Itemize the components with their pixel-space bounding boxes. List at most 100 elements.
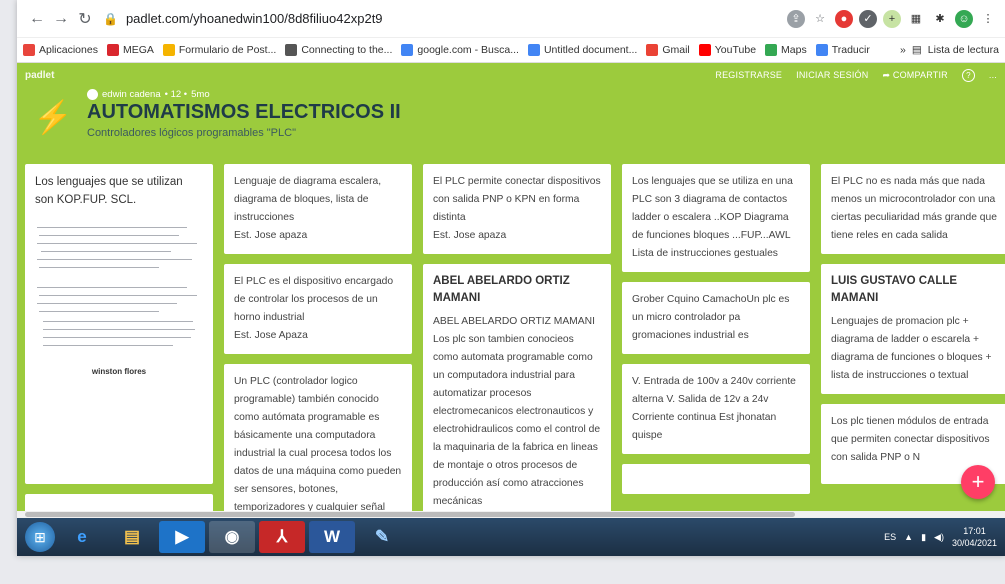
back-icon[interactable]: ← [25,7,49,31]
share-page-icon[interactable]: ⇪ [787,9,805,28]
bookmark-favicon-icon [698,44,711,56]
login-button[interactable]: INICIAR SESIÓN [796,70,868,80]
share-arrow-icon: ➦ [882,69,893,80]
post-card[interactable]: Los lenguajes que se utiliza en una PLC … [622,164,810,272]
word-icon[interactable]: W [309,521,355,553]
bookmark-item[interactable]: Untitled document... [527,44,637,56]
post-body: Los lenguajes que se utiliza en una PLC … [632,176,793,259]
bookmark-favicon-icon [815,44,828,56]
post-author: Est. Jose apaza [234,230,308,241]
padlet-brand[interactable]: padlet [25,70,54,81]
bookmark-item[interactable]: MEGA [106,44,154,56]
forward-icon[interactable]: → [49,7,73,31]
post-body: El PLC no es nada más que nada menos un … [831,176,997,241]
volume-icon[interactable]: ◀) [934,532,944,543]
internet-explorer-icon[interactable]: e [59,521,105,553]
record-icon[interactable]: ● [835,9,853,28]
post-signature: winston flores [91,367,147,376]
bookmark-favicon-icon [527,44,540,56]
post-card[interactable]: El PLC no es nada más que nada menos un … [821,164,1005,254]
profile-avatar-icon[interactable]: ☺ [955,9,973,28]
post-card[interactable] [25,494,213,511]
tray-expand-icon[interactable]: ▲ [904,532,913,542]
bookmark-label: Formulario de Post... [178,44,277,56]
post-card[interactable]: El PLC es el dispositivo encargado de co… [224,264,412,354]
bookmark-favicon-icon [646,44,659,56]
share-button[interactable]: ➦ COMPARTIR [882,70,947,81]
post-card[interactable]: ABEL ABELARDO ORTIZ MAMANI ABEL ABELARDO… [423,264,611,511]
post-body: El PLC permite conectar dispositivos con… [433,176,601,223]
post-columns: Los lenguajes que se utilizan son KOP.FU… [25,164,1005,511]
clock[interactable]: 17:01 30/04/2021 [952,525,997,549]
media-player-icon[interactable]: ▶ [159,521,205,553]
url-text[interactable]: padlet.com/yhoanedwin100/8d8filiuo42xp2t… [126,11,383,26]
bookmark-star-icon[interactable]: ☆ [811,9,829,28]
post-card[interactable]: Lenguaje de diagrama escalera, diagrama … [224,164,412,254]
address-bar[interactable]: 🔒 padlet.com/yhoanedwin100/8d8filiuo42xp… [103,6,787,32]
bookmark-label: Traducir [831,44,870,56]
bookmark-item[interactable]: Formulario de Post... [162,44,277,56]
author-name[interactable]: edwin cadena [102,89,161,100]
network-icon[interactable]: ▮ [921,532,926,543]
bookmark-item[interactable]: Maps [765,44,807,56]
reading-list-button[interactable]: Lista de lectura [928,44,999,56]
column-3: El PLC permite conectar dispositivos con… [423,164,611,511]
bookmark-item[interactable]: YouTube [698,44,756,56]
language-indicator[interactable]: ES [884,532,896,542]
post-card[interactable]: El PLC permite conectar dispositivos con… [423,164,611,254]
scrollbar-thumb[interactable] [25,512,795,517]
browser-window: ← → ↻ 🔒 padlet.com/yhoanedwin100/8d8fili… [17,0,1005,556]
reload-icon[interactable]: ↻ [73,7,97,31]
bookmarks-more[interactable]: » [900,44,906,56]
more-button[interactable]: ... [989,70,997,80]
bookmark-item[interactable]: google.com - Busca... [401,44,519,56]
pdf-reader-icon[interactable]: ⅄ [259,521,305,553]
bookmark-label: Maps [781,44,807,56]
horizontal-scrollbar[interactable] [17,511,1005,518]
post-card[interactable] [622,464,810,494]
board-subtitle: Controladores lógicos programables "PLC" [87,127,296,139]
bookmark-item[interactable]: Aplicaciones [23,44,98,56]
extension-icon-2[interactable]: + [883,9,901,28]
post-body: ABEL ABELARDO ORTIZ MAMANI Los plc son t… [433,316,601,507]
column-2: Lenguaje de diagrama escalera, diagrama … [224,164,412,511]
post-card[interactable]: Los lenguajes que se utilizan son KOP.FU… [25,164,213,484]
lock-icon: 🔒 [103,11,118,26]
bookmark-favicon-icon [765,44,778,56]
puzzle-icon[interactable]: ✱ [931,9,949,28]
register-button[interactable]: REGISTRARSE [715,70,782,80]
extension-icon[interactable]: ✓ [859,9,877,28]
paint-icon[interactable]: ✎ [359,521,405,553]
toolbar-extensions: ⇪ ☆ ● ✓ + ▦ ✱ ☺ ⋮ [787,9,997,28]
share-label: COMPARTIR [892,69,948,80]
bookmark-label: Connecting to the... [301,44,393,56]
bookmark-item[interactable]: Gmail [646,44,690,56]
board-age: 5mo [191,89,210,100]
padlet-topbar: padlet REGISTRARSE INICIAR SESIÓN ➦ COMP… [17,63,1005,87]
post-card[interactable]: Grober Cquino CamachoUn plc es un micro … [622,282,810,354]
grid-extension-icon[interactable]: ▦ [907,9,925,28]
post-body: El PLC es el dispositivo encargado de co… [234,276,394,323]
chrome-icon[interactable]: ◉ [209,521,255,553]
bookmark-label: Gmail [662,44,690,56]
post-author: Est. Jose Apaza [234,330,308,341]
bookmarks-bar: Aplicaciones MEGA Formulario de Post... Con… [17,38,1005,63]
start-button[interactable]: ⊞ [25,522,55,552]
author-avatar [87,89,98,100]
column-4: Los lenguajes que se utiliza en una PLC … [622,164,810,504]
clock-time: 17:01 [963,526,986,536]
post-card[interactable]: LUIS GUSTAVO CALLE MAMANI Lenguajes de p… [821,264,1005,394]
file-explorer-icon[interactable]: ▤ [109,521,155,553]
menu-kebab-icon[interactable]: ⋮ [979,9,997,28]
post-body: Lenguaje de diagrama escalera, diagrama … [234,176,382,223]
post-title: LUIS GUSTAVO CALLE MAMANI [831,275,958,304]
add-post-button[interactable]: + [961,465,995,499]
bookmark-item[interactable]: Connecting to the... [285,44,392,56]
post-body: Los plc tienen módulos de entrada que pe… [831,416,990,463]
post-card[interactable]: V. Entrada de 100v a 240v corriente alte… [622,364,810,454]
post-card[interactable]: Un PLC (controlador logico programable) … [224,364,412,511]
post-body: Lenguajes de promacion plc + diagrama de… [831,316,992,381]
bookmark-item[interactable]: Traducir [815,44,870,56]
help-button[interactable]: ? [961,68,975,82]
bookmark-favicon-icon [106,44,119,56]
